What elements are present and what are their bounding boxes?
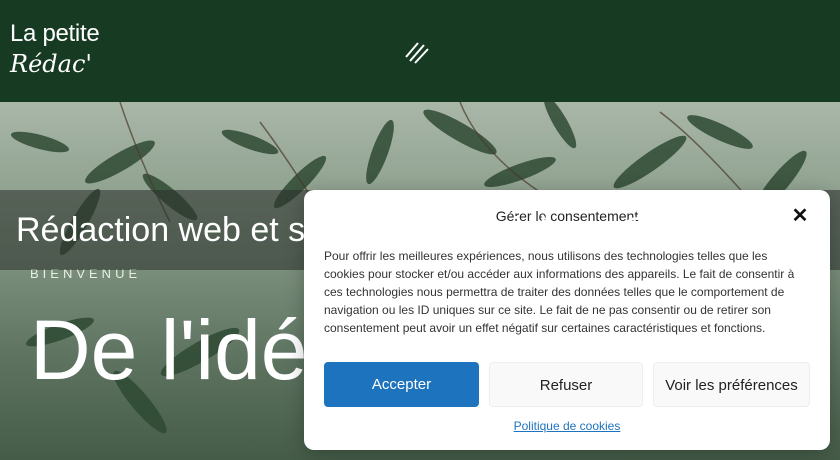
consent-description: Pour offrir les meilleures expériences, … [324, 249, 795, 335]
page-title: Rédaction web et stratégie éditoriale en… [16, 211, 808, 249]
preferences-button[interactable]: Voir les préférences [653, 362, 810, 407]
refuse-button[interactable]: Refuser [489, 362, 643, 407]
menu-icon[interactable] [402, 37, 432, 67]
logo-line-2[interactable]: Rédac' [10, 50, 92, 78]
logo-line-1[interactable]: La petite [10, 20, 100, 48]
site-header: La petite Rédac' [0, 0, 840, 102]
accept-button[interactable]: Accepter [324, 362, 479, 407]
cookie-policy-link[interactable]: Politique de cookies [304, 419, 830, 433]
